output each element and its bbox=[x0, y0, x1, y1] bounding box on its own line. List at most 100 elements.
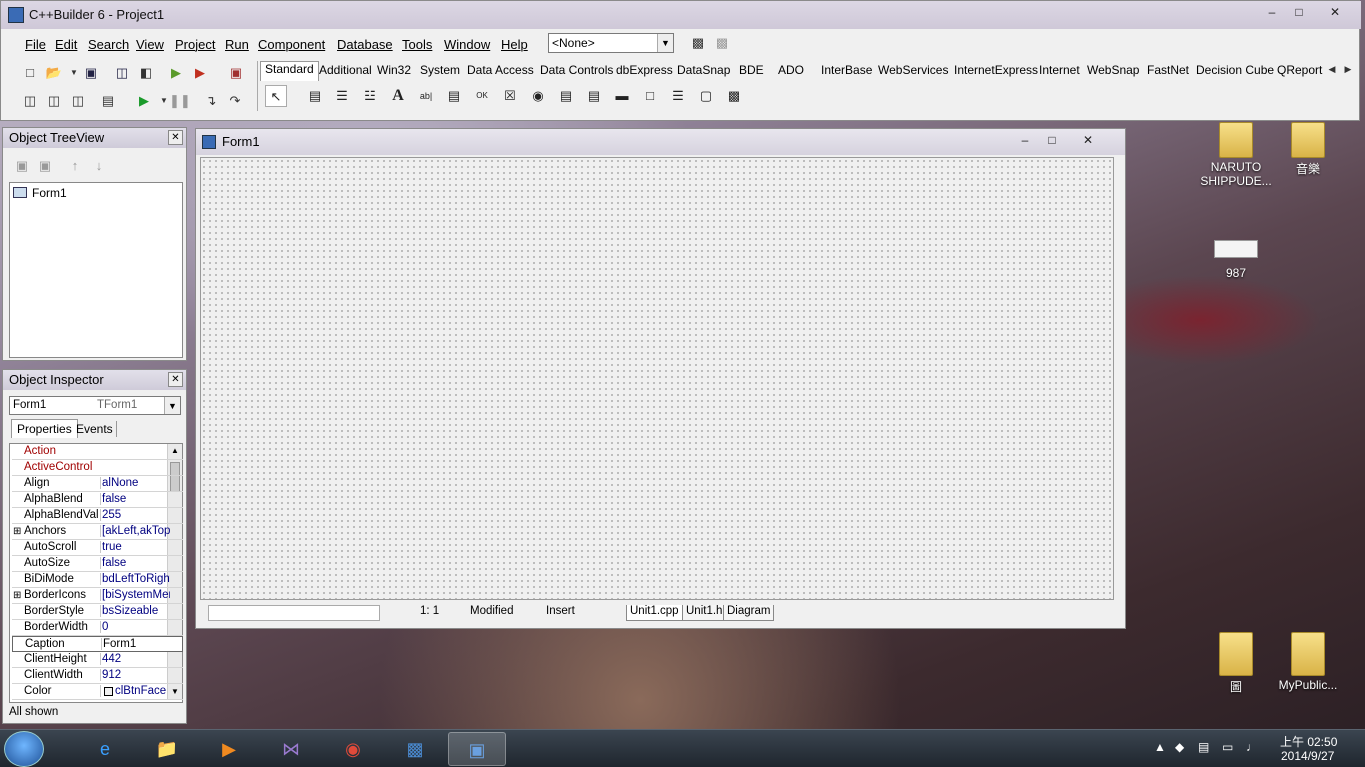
menu-file[interactable]: File bbox=[25, 37, 46, 52]
new-icon[interactable]: □ bbox=[20, 63, 40, 83]
palette-tab-internet[interactable]: Internet bbox=[1039, 63, 1080, 81]
prop-row-anchors[interactable]: ⊞ Anchors [akLeft,akTop bbox=[12, 524, 183, 540]
desktop-icon-music[interactable]: 音樂 bbox=[1268, 122, 1348, 177]
tab-diagram[interactable]: Diagram bbox=[723, 605, 775, 621]
prop-value[interactable]: bsSizeable bbox=[100, 605, 170, 617]
maximize-button[interactable]: □ bbox=[1039, 131, 1065, 149]
radiogroup-icon[interactable]: ☰ bbox=[667, 85, 689, 107]
save-icon[interactable]: ▣ bbox=[81, 63, 101, 83]
build-config-combo[interactable]: <None> ▼ bbox=[548, 33, 674, 53]
maximize-button[interactable]: □ bbox=[1286, 3, 1312, 21]
palette-tab-webservices[interactable]: WebServices bbox=[878, 63, 948, 81]
menu-view[interactable]: View bbox=[136, 37, 164, 52]
prop-row-alphablend[interactable]: AlphaBlend false bbox=[12, 492, 183, 508]
prop-row-autoscroll[interactable]: AutoScroll true bbox=[12, 540, 183, 556]
palette-tab-websnap[interactable]: WebSnap bbox=[1087, 63, 1139, 81]
menu-search[interactable]: Search bbox=[88, 37, 129, 52]
object-selector[interactable]: Form1 TForm1 ▼ bbox=[9, 396, 181, 415]
chrome-icon[interactable]: ◉ bbox=[324, 732, 382, 766]
prop-row-bidimode[interactable]: BiDiMode bdLeftToRight bbox=[12, 572, 183, 588]
pointer-icon[interactable]: ↖ bbox=[265, 85, 287, 107]
move-down-icon[interactable]: ↓ bbox=[89, 156, 109, 176]
prop-value[interactable]: 912 bbox=[100, 669, 170, 681]
tab-events[interactable]: Events bbox=[73, 421, 117, 437]
prop-row-autosize[interactable]: AutoSize false bbox=[12, 556, 183, 572]
show-hidden-icon[interactable]: ▲ bbox=[1154, 740, 1166, 754]
prop-value[interactable]: [biSystemMen bbox=[100, 589, 170, 601]
toggle-form-unit-icon[interactable]: ◫ bbox=[68, 91, 88, 111]
prop-row-caption[interactable]: Caption Form1 bbox=[12, 636, 183, 652]
desktop-icon-naruto[interactable]: NARUTO SHIPPUDE... bbox=[1196, 122, 1276, 188]
checkbox-icon[interactable]: ☒ bbox=[499, 85, 521, 107]
palette-tab-decision-cube[interactable]: Decision Cube bbox=[1196, 63, 1274, 81]
media-player-icon[interactable]: ▶ bbox=[200, 732, 258, 766]
prop-value[interactable]: 0 bbox=[100, 621, 170, 633]
clock-date[interactable]: 2014/9/27 bbox=[1281, 749, 1334, 763]
desktop-icon-987[interactable]: 987 bbox=[1196, 240, 1276, 280]
palette-tab-fastnet[interactable]: FastNet bbox=[1147, 63, 1189, 81]
visual-studio-icon[interactable]: ⋈ bbox=[262, 732, 320, 766]
prop-value[interactable]: false bbox=[100, 493, 170, 505]
palette-tab-bde[interactable]: BDE bbox=[739, 63, 764, 81]
edit-icon[interactable]: ab| bbox=[415, 85, 437, 107]
pause-icon[interactable]: ❚❚ bbox=[169, 91, 191, 111]
actionlist-icon[interactable]: ▩ bbox=[723, 85, 745, 107]
trace-into-icon[interactable]: ↴ bbox=[201, 91, 221, 111]
edit-palette-icon[interactable]: ▩ bbox=[712, 33, 732, 53]
prop-row-clientwidth[interactable]: ClientWidth 912 bbox=[12, 668, 183, 684]
treeview-list[interactable]: Form1 bbox=[9, 182, 183, 358]
new-form-icon[interactable]: ▤ bbox=[98, 91, 118, 111]
palette-tab-data-controls[interactable]: Data Controls bbox=[540, 63, 613, 81]
menu-project[interactable]: Project bbox=[175, 37, 215, 52]
palette-tab-interbase[interactable]: InterBase bbox=[821, 63, 872, 81]
palette-tab-system[interactable]: System bbox=[420, 63, 460, 81]
label-icon[interactable]: A bbox=[387, 85, 409, 107]
prop-value[interactable]: false bbox=[100, 557, 170, 569]
step-over-icon[interactable]: ↷ bbox=[225, 91, 245, 111]
palette-tab-win32[interactable]: Win32 bbox=[377, 63, 411, 81]
close-icon[interactable]: ✕ bbox=[168, 130, 183, 145]
palette-tab-additional[interactable]: Additional bbox=[319, 63, 372, 81]
volume-icon[interactable]: ♩ bbox=[1246, 740, 1258, 754]
desktop-icon-mypublic[interactable]: MyPublic... bbox=[1268, 632, 1348, 692]
network-icon[interactable]: ◆ bbox=[1175, 740, 1184, 754]
memo-icon[interactable]: ▤ bbox=[443, 85, 465, 107]
prop-row-borderstyle[interactable]: BorderStyle bsSizeable bbox=[12, 604, 183, 620]
tab-unit1-cpp[interactable]: Unit1.cpp bbox=[626, 605, 683, 621]
prop-value[interactable]: Form1 bbox=[101, 638, 171, 650]
button-icon[interactable]: OK bbox=[471, 85, 493, 107]
prop-value[interactable]: clBtnFace bbox=[100, 685, 170, 697]
new-item-icon[interactable]: ▣ bbox=[12, 156, 32, 176]
minimize-button[interactable]: – bbox=[1012, 131, 1038, 149]
palette-tab-qreport[interactable]: QReport bbox=[1277, 63, 1322, 81]
monitor-icon[interactable]: ▭ bbox=[1222, 740, 1233, 754]
menu-database[interactable]: Database bbox=[337, 37, 393, 52]
palette-tab-dbexpress[interactable]: dbExpress bbox=[616, 63, 673, 81]
delete-item-icon[interactable]: ▣ bbox=[35, 156, 55, 176]
help-book-icon[interactable]: ▣ bbox=[226, 63, 246, 83]
form-design-surface[interactable] bbox=[200, 157, 1114, 600]
view-form-icon[interactable]: ◫ bbox=[44, 91, 64, 111]
prop-value[interactable]: 255 bbox=[100, 509, 170, 521]
open-project-icon[interactable]: ◧ bbox=[136, 63, 156, 83]
frame-icon[interactable]: ☳ bbox=[359, 85, 381, 107]
close-button[interactable]: ✕ bbox=[1315, 3, 1355, 21]
scrollbar-icon[interactable]: ▬ bbox=[611, 85, 633, 107]
palette-tab-internetexpress[interactable]: InternetExpress bbox=[954, 63, 1038, 81]
device-icon[interactable]: ▤ bbox=[1198, 740, 1209, 754]
prop-value[interactable]: alNone bbox=[100, 477, 170, 489]
tree-node-form1[interactable]: Form1 bbox=[32, 186, 67, 200]
palette-tab-ado[interactable]: ADO bbox=[778, 63, 804, 81]
combobox-icon[interactable]: ▤ bbox=[583, 85, 605, 107]
prop-value[interactable]: [akLeft,akTop bbox=[100, 525, 170, 537]
prop-row-action[interactable]: Action bbox=[12, 444, 183, 460]
move-up-icon[interactable]: ↑ bbox=[65, 156, 85, 176]
explorer-icon[interactable]: 📁 bbox=[138, 732, 196, 766]
desktop-icon-pictures[interactable]: 圖 bbox=[1196, 632, 1276, 695]
scroll-right-icon[interactable]: ▶ bbox=[1342, 59, 1354, 79]
prop-row-align[interactable]: Align alNone bbox=[12, 476, 183, 492]
panel-icon[interactable]: ▢ bbox=[695, 85, 717, 107]
menu-edit[interactable]: Edit bbox=[55, 37, 77, 52]
popupmenu-icon[interactable]: ☰ bbox=[331, 85, 353, 107]
groupbox-icon[interactable]: □ bbox=[639, 85, 661, 107]
